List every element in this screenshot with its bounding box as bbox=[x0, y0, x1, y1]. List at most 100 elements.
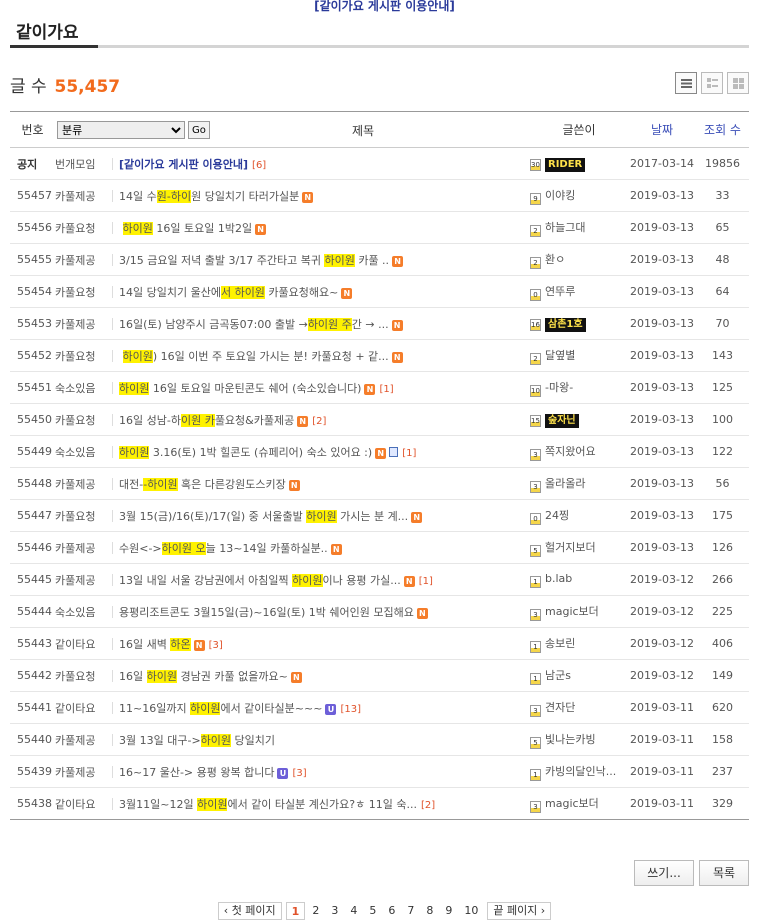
go-button[interactable]: Go bbox=[188, 121, 210, 139]
post-title-link[interactable]: 16일 성남-하이원 카풀요청&카풀제공 bbox=[119, 413, 294, 427]
post-title-link[interactable]: 수원<->하이원 오늘 13~14일 카풀하실분.. bbox=[119, 541, 328, 555]
post-title-cell[interactable]: 하이원 16일 토요일 1박2일 N bbox=[112, 211, 530, 244]
author-nickname[interactable]: b.lab bbox=[545, 572, 572, 585]
post-title-link[interactable]: 3월 13일 대구->하이원 당일치기 bbox=[119, 733, 275, 747]
post-category[interactable]: 숙소있음 bbox=[55, 595, 112, 628]
post-title-cell[interactable]: 16일(토) 남양주시 금곡동07:00 출발 →하이원 주간 → ... N bbox=[112, 307, 530, 340]
post-category[interactable]: 숙소있음 bbox=[55, 371, 112, 404]
post-author[interactable]: 16 삼촌1호 bbox=[530, 307, 628, 340]
comment-count[interactable]: [1] bbox=[402, 448, 416, 459]
author-nickname[interactable]: magic보더 bbox=[545, 797, 599, 810]
post-category[interactable]: 카풀요청 bbox=[55, 403, 112, 436]
col-views-sort[interactable]: 조회 수 bbox=[696, 111, 749, 148]
post-category[interactable]: 같이타요 bbox=[55, 691, 112, 724]
post-category[interactable]: 카풀제공 bbox=[55, 755, 112, 788]
author-nickname[interactable]: 연뚜루 bbox=[545, 285, 575, 298]
post-title-cell[interactable]: 14일 당일치기 울산에서 하이원 카풀요청해요~ N bbox=[112, 275, 530, 308]
post-category[interactable]: 카풀요청 bbox=[55, 339, 112, 372]
author-nickname[interactable]: 송보린 bbox=[545, 637, 575, 650]
post-author[interactable]: 2 달옆별 bbox=[530, 339, 628, 372]
post-author[interactable]: 1 b.lab bbox=[530, 563, 628, 596]
page-link[interactable]: 4 bbox=[345, 902, 362, 920]
author-nickname[interactable]: 남군s bbox=[545, 669, 571, 682]
author-nickname[interactable]: 달옆별 bbox=[545, 349, 575, 362]
post-title-link[interactable]: 대전--하이원 혹은 다른강원도스키장 bbox=[119, 477, 286, 491]
page-link[interactable]: 6 bbox=[383, 902, 400, 920]
post-title-cell[interactable]: 3월 15(금)/16(토)/17(일) 중 서울출발 하이원 가시는 분 계.… bbox=[112, 499, 530, 532]
author-nickname[interactable]: 헐거지보더 bbox=[545, 541, 596, 554]
author-nickname[interactable]: 빛나는카빙 bbox=[545, 733, 596, 746]
col-date-sort[interactable]: 날짜 bbox=[628, 111, 696, 148]
post-title-link[interactable]: 하이원) 16일 이번 주 토요일 가시는 분! 카풀요청 + 같... bbox=[119, 349, 389, 363]
post-title-link[interactable]: 하이원 16일 토요일 1박2일 bbox=[119, 221, 252, 235]
post-title-link[interactable]: 14일 수원-하이원 당일치기 타러가실분 bbox=[119, 189, 299, 203]
page-link[interactable]: 10 bbox=[459, 902, 483, 920]
post-title-link[interactable]: 16일 새벽 하온 bbox=[119, 637, 191, 651]
post-title-cell[interactable]: 16일 하이원 경남권 카풀 없을까요~ N bbox=[112, 659, 530, 692]
post-author[interactable]: 2 환ㅇ bbox=[530, 243, 628, 276]
post-title-link[interactable]: 14일 당일치기 울산에서 하이원 카풀요청해요~ bbox=[119, 285, 338, 299]
page-link[interactable]: 1 bbox=[285, 902, 306, 920]
post-title-cell[interactable]: 16~17 울산-> 용평 왕복 합니다 U [3] bbox=[112, 755, 530, 788]
post-author[interactable]: 3 magic보더 bbox=[530, 595, 628, 628]
post-category[interactable]: 카풀제공 bbox=[55, 243, 112, 276]
post-title-link[interactable]: [같이가요 게시판 이용안내] bbox=[119, 158, 248, 171]
post-title-link[interactable]: 16일(토) 남양주시 금곡동07:00 출발 →하이원 주간 → ... bbox=[119, 317, 389, 331]
last-page-button[interactable]: 끝 페이지 › bbox=[487, 902, 552, 920]
post-title-cell[interactable]: 3월 13일 대구->하이원 당일치기 bbox=[112, 723, 530, 756]
post-category[interactable]: 카풀요청 bbox=[55, 275, 112, 308]
author-nickname[interactable]: 환ㅇ bbox=[545, 253, 565, 266]
post-category[interactable]: 같이타요 bbox=[55, 627, 112, 660]
post-author[interactable]: 15 숲자닌 bbox=[530, 403, 628, 436]
post-author[interactable]: 30 RIDER bbox=[530, 147, 628, 180]
post-author[interactable]: 1 송보린 bbox=[530, 627, 628, 660]
author-nickname[interactable]: 쪽지왔어요 bbox=[545, 445, 596, 458]
author-nickname[interactable]: 견자단 bbox=[545, 701, 575, 714]
comment-count[interactable]: [2] bbox=[421, 800, 435, 811]
post-title-link[interactable]: 3월 15(금)/16(토)/17(일) 중 서울출발 하이원 가시는 분 계.… bbox=[119, 509, 408, 523]
post-title-link[interactable]: 16~17 울산-> 용평 왕복 합니다 bbox=[119, 766, 274, 779]
board-title[interactable]: 같이가요 bbox=[10, 14, 98, 48]
post-category[interactable]: 번개모임 bbox=[55, 147, 112, 180]
post-title-cell[interactable]: 14일 수원-하이원 당일치기 타러가실분 N bbox=[112, 179, 530, 212]
post-category[interactable]: 카풀요청 bbox=[55, 659, 112, 692]
post-category[interactable]: 숙소있음 bbox=[55, 435, 112, 468]
author-nickname[interactable]: magic보더 bbox=[545, 605, 599, 618]
write-button[interactable]: 쓰기... bbox=[634, 860, 694, 886]
category-select[interactable]: 분류 bbox=[57, 121, 185, 139]
author-nickname[interactable]: 올라올라 bbox=[545, 477, 585, 490]
list-button[interactable]: 목록 bbox=[699, 860, 749, 886]
post-title-cell[interactable]: 16일 성남-하이원 카풀요청&카풀제공 N [2] bbox=[112, 403, 530, 436]
comment-count[interactable]: [3] bbox=[292, 768, 306, 779]
list-view-button[interactable] bbox=[675, 72, 697, 94]
post-title-link[interactable]: 하이원 3.16(토) 1박 힐콘도 (슈페리어) 숙소 있어요 :) bbox=[119, 445, 372, 459]
post-title-cell[interactable]: [같이가요 게시판 이용안내] [6] bbox=[112, 147, 530, 180]
author-image-nickname[interactable]: 숲자닌 bbox=[545, 414, 579, 428]
post-title-cell[interactable]: 하이원 16일 토요일 마운틴콘도 쉐어 (숙소있습니다) N [1] bbox=[112, 371, 530, 404]
author-nickname[interactable]: 24찡 bbox=[545, 509, 569, 522]
first-page-button[interactable]: ‹ 첫 페이지 bbox=[217, 902, 282, 920]
page-link[interactable]: 3 bbox=[326, 902, 343, 920]
post-title-cell[interactable]: 하이원 3.16(토) 1박 힐콘도 (슈페리어) 숙소 있어요 :) N [1] bbox=[112, 435, 530, 468]
post-author[interactable]: 5 헐거지보더 bbox=[530, 531, 628, 564]
post-title-link[interactable]: 3/15 금요일 저녁 출발 3/17 주간타고 복귀 하이원 카풀 .. bbox=[119, 253, 389, 267]
post-title-link[interactable]: 11~16일까지 하이원에서 같이타실분~~~ bbox=[119, 701, 322, 715]
author-nickname[interactable]: 이야킹 bbox=[545, 189, 575, 202]
post-author[interactable]: 3 견자단 bbox=[530, 691, 628, 724]
post-author[interactable]: 2 하늘그대 bbox=[530, 211, 628, 244]
post-category[interactable]: 카풀제공 bbox=[55, 563, 112, 596]
comment-count[interactable]: [2] bbox=[312, 416, 326, 427]
post-category[interactable]: 카풀제공 bbox=[55, 723, 112, 756]
page-link[interactable]: 2 bbox=[307, 902, 324, 920]
post-author[interactable]: 5 빛나는카빙 bbox=[530, 723, 628, 756]
post-author[interactable]: 1 남군s bbox=[530, 659, 628, 692]
author-nickname[interactable]: -마왕- bbox=[545, 381, 573, 394]
post-title-cell[interactable]: 3월11일~12일 하이원에서 같이 타실분 계신가요?ㅎ 11일 숙... [2… bbox=[112, 787, 530, 820]
post-author[interactable]: 9 이야킹 bbox=[530, 179, 628, 212]
page-link[interactable]: 7 bbox=[402, 902, 419, 920]
comment-count[interactable]: [1] bbox=[379, 384, 393, 395]
post-title-cell[interactable]: 수원<->하이원 오늘 13~14일 카풀하실분.. N bbox=[112, 531, 530, 564]
post-title-link[interactable]: 13일 내일 서울 강남권에서 아침일찍 하이원이나 용평 가실... bbox=[119, 573, 401, 587]
author-nickname[interactable]: 하늘그대 bbox=[545, 221, 585, 234]
webzine-view-button[interactable] bbox=[701, 72, 723, 94]
